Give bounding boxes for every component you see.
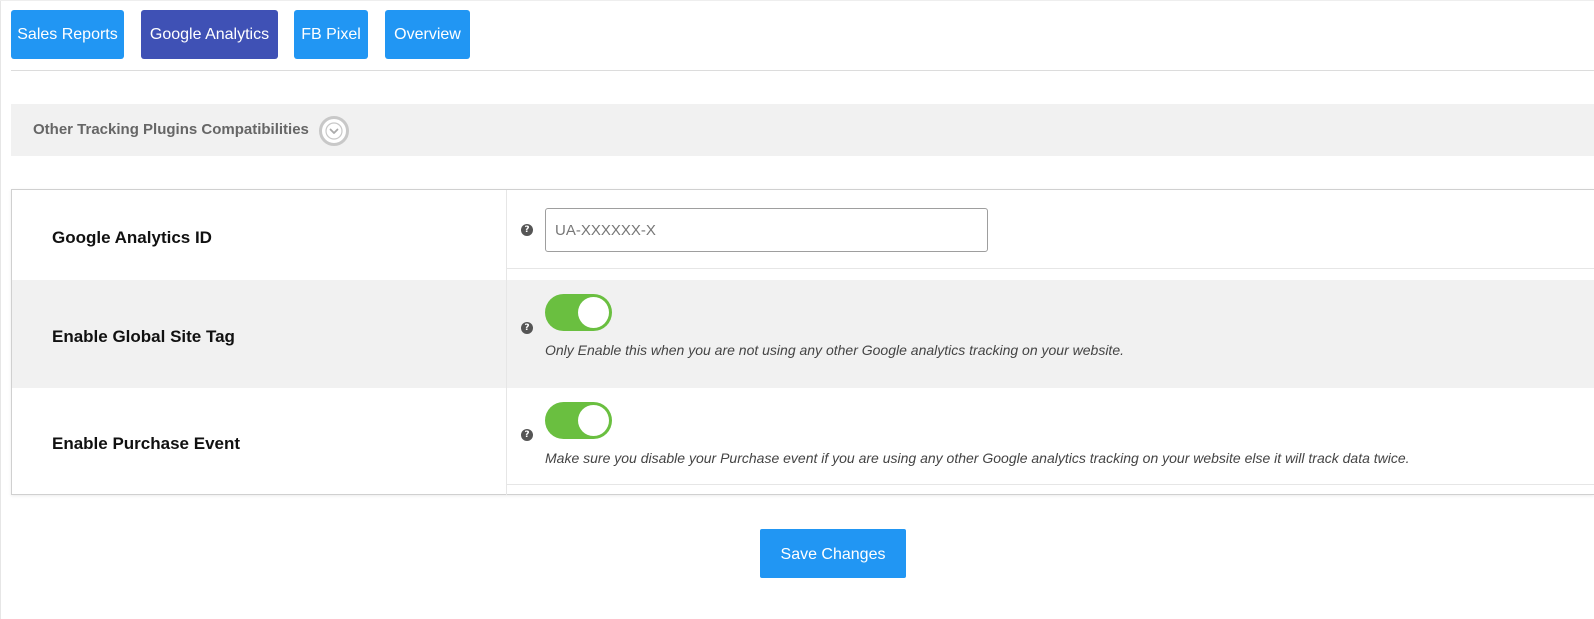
page-left-border bbox=[0, 0, 1, 619]
global-site-tag-toggle[interactable] bbox=[545, 294, 612, 331]
setting-row-global-site-tag: Enable Global Site Tag ? Only Enable thi… bbox=[12, 280, 1594, 388]
chevron-down-circle-icon[interactable] bbox=[319, 116, 349, 146]
tabs-divider bbox=[11, 70, 1594, 71]
setting-label-purchase-event: Enable Purchase Event bbox=[52, 434, 241, 453]
row-divider bbox=[506, 268, 1594, 269]
setting-row-purchase-event: Enable Purchase Event ? Make sure you di… bbox=[12, 388, 1594, 495]
setting-label-global-site-tag: Enable Global Site Tag bbox=[52, 327, 235, 346]
row-divider bbox=[506, 484, 1594, 485]
tab-sales-reports[interactable]: Sales Reports bbox=[11, 10, 124, 59]
global-site-tag-description: Only Enable this when you are not using … bbox=[545, 342, 1124, 358]
help-icon[interactable]: ? bbox=[521, 429, 533, 441]
tab-google-analytics[interactable]: Google Analytics bbox=[141, 10, 278, 59]
column-divider bbox=[506, 280, 507, 388]
collapse-title: Other Tracking Plugins Compatibilities bbox=[33, 121, 309, 138]
help-icon[interactable]: ? bbox=[521, 322, 533, 334]
other-tracking-plugins-panel[interactable]: Other Tracking Plugins Compatibilities bbox=[11, 104, 1594, 156]
column-divider bbox=[506, 388, 507, 495]
tab-fb-pixel[interactable]: FB Pixel bbox=[294, 10, 368, 59]
tab-overview[interactable]: Overview bbox=[385, 10, 470, 59]
settings-table: Google Analytics ID ? Enable Global Site… bbox=[11, 189, 1594, 495]
setting-label-ga-id: Google Analytics ID bbox=[52, 228, 212, 247]
google-analytics-id-input[interactable] bbox=[545, 208, 988, 252]
toggle-knob bbox=[578, 297, 609, 328]
help-icon[interactable]: ? bbox=[521, 224, 533, 236]
purchase-event-toggle[interactable] bbox=[545, 402, 612, 439]
purchase-event-description: Make sure you disable your Purchase even… bbox=[545, 450, 1410, 466]
save-changes-button[interactable]: Save Changes bbox=[760, 529, 906, 578]
page-top-border bbox=[0, 0, 1594, 1]
setting-row-ga-id: Google Analytics ID ? bbox=[12, 190, 1594, 280]
column-divider bbox=[506, 190, 507, 280]
toggle-knob bbox=[578, 405, 609, 436]
